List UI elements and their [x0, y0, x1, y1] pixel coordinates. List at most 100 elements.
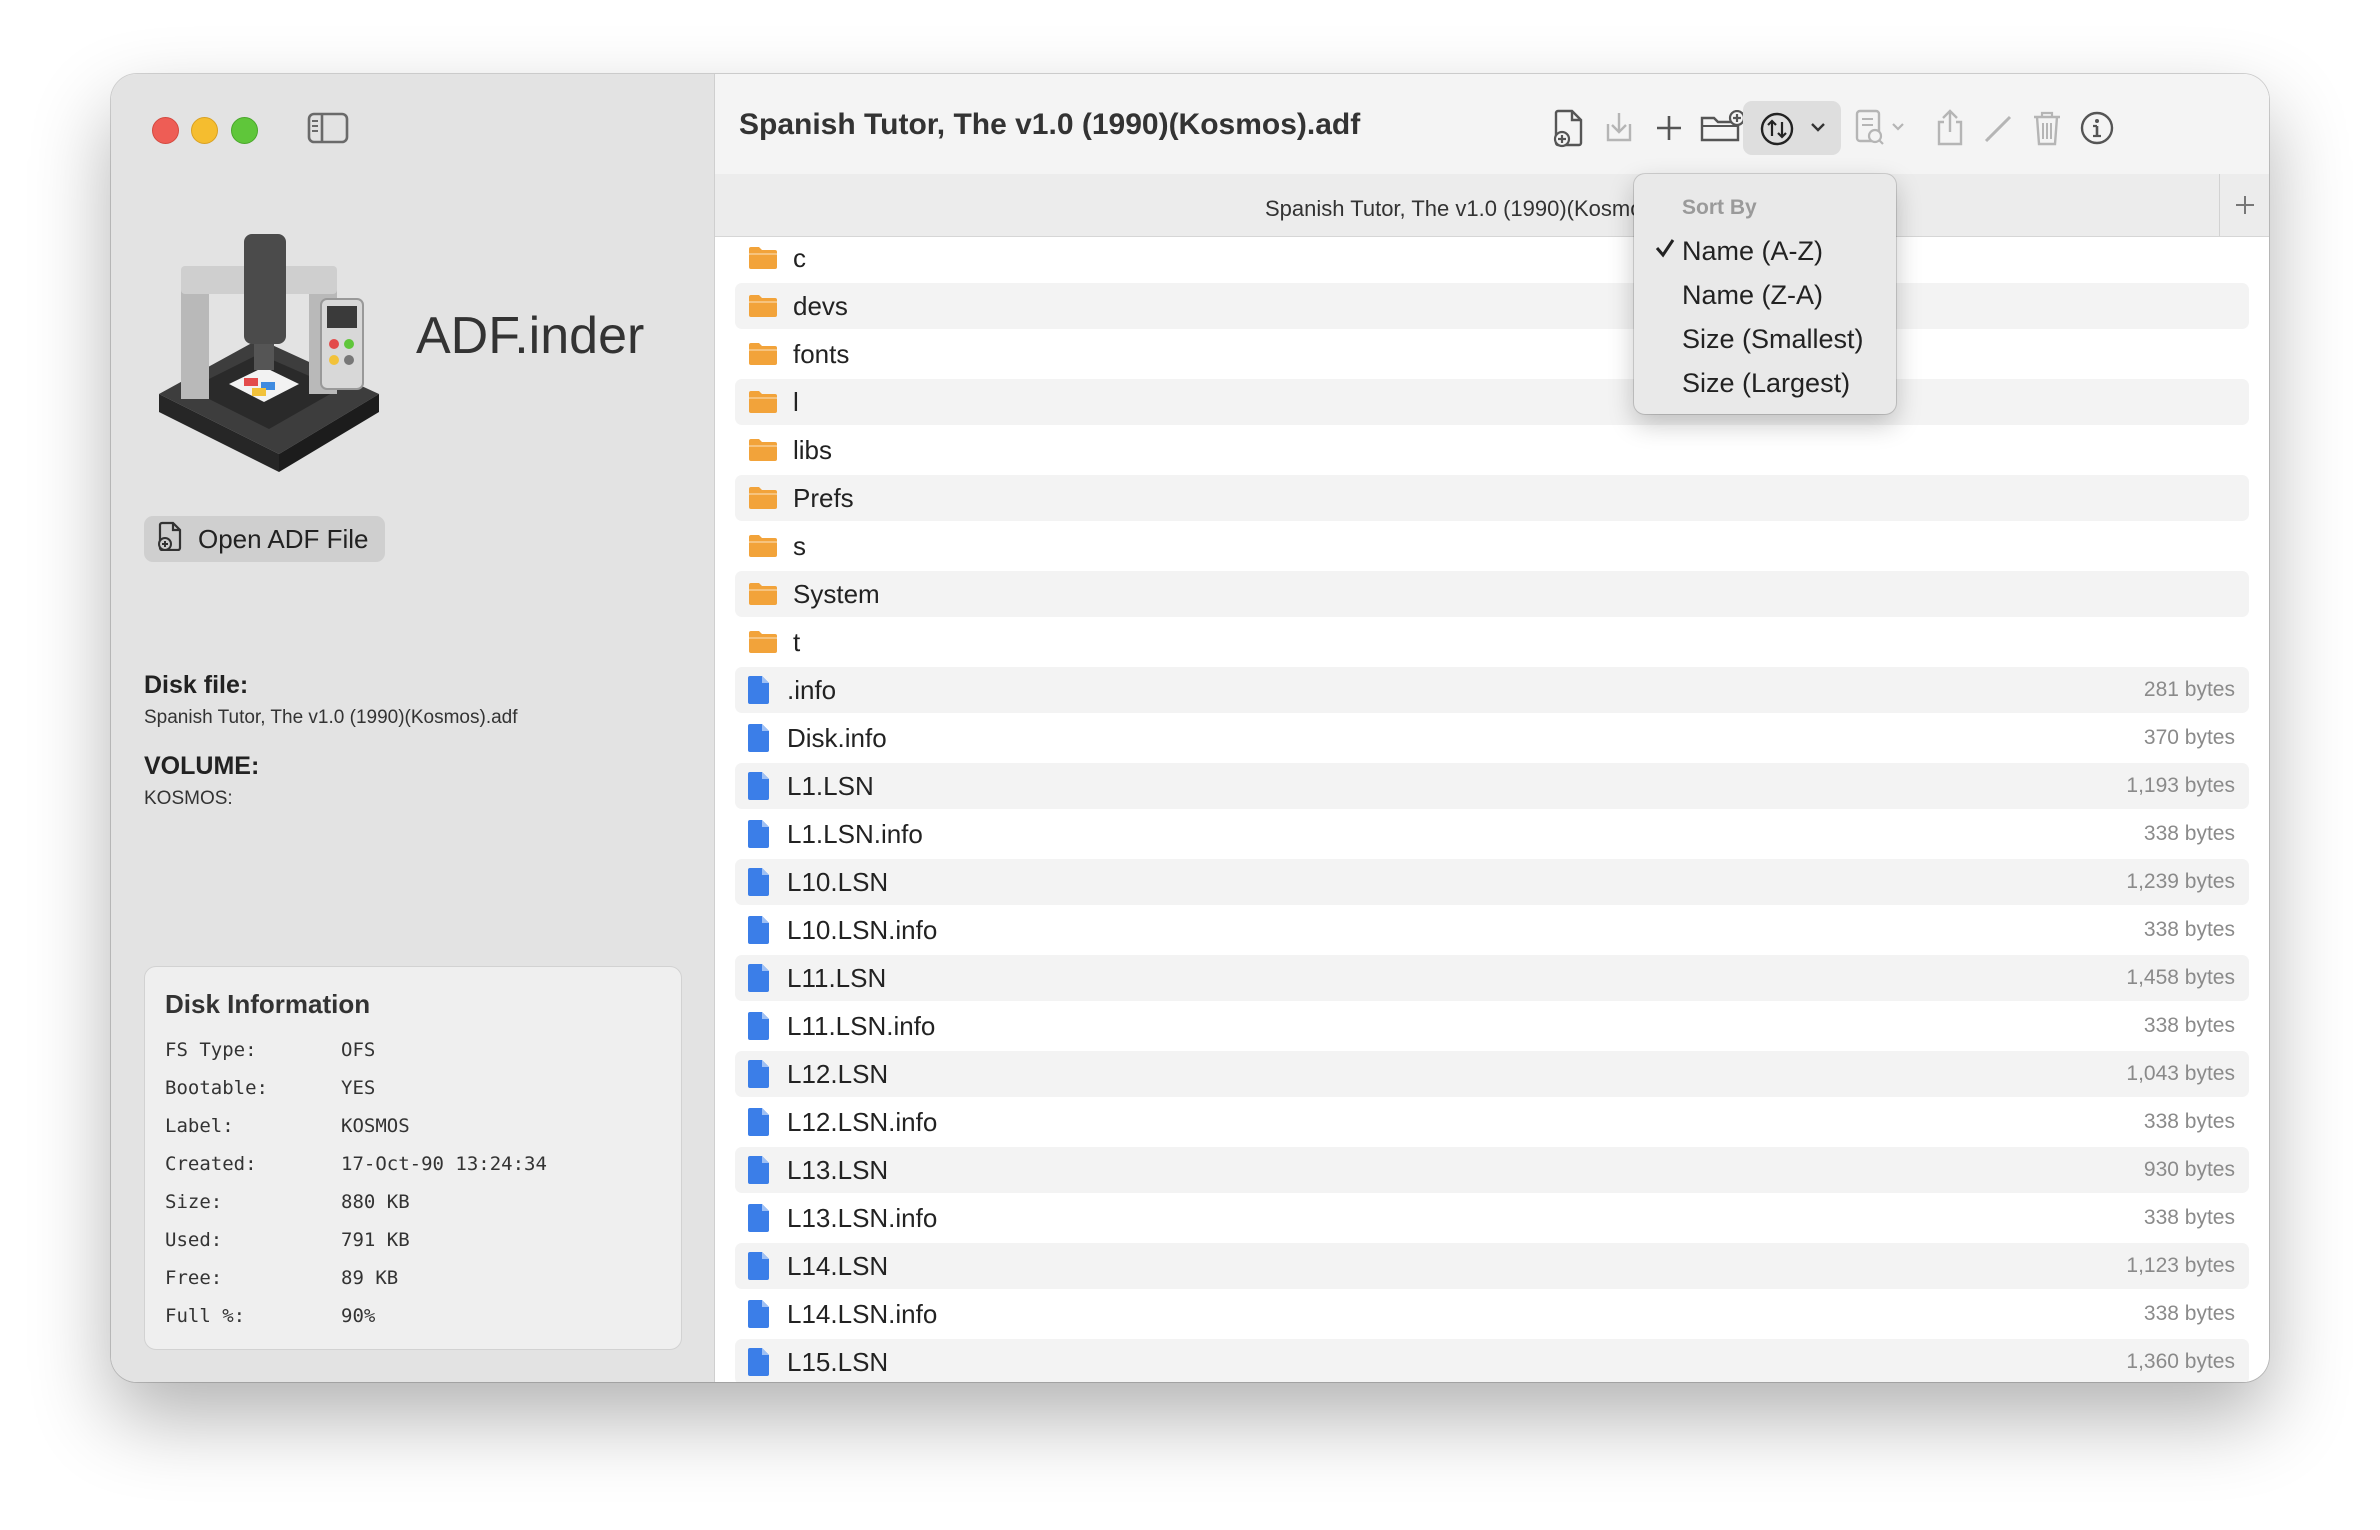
- sort-size-largest[interactable]: Size (Largest): [1682, 368, 1850, 399]
- toolbar: Spanish Tutor, The v1.0 (1990)(Kosmos).a…: [715, 74, 2269, 174]
- file-row[interactable]: L12.LSN.info 338 bytes: [735, 1099, 2249, 1145]
- item-name: t: [793, 626, 801, 657]
- item-size: 1,239 bytes: [2126, 870, 2235, 893]
- item-size: 1,458 bytes: [2126, 966, 2235, 989]
- rename-icon[interactable]: [1975, 104, 2023, 152]
- item-name: l: [793, 386, 799, 417]
- folder-row[interactable]: l: [735, 379, 2249, 425]
- item-name: L13.LSN.info: [787, 1202, 938, 1233]
- share-icon[interactable]: [1926, 104, 1974, 152]
- item-name: System: [793, 578, 880, 609]
- disk-file-value: Spanish Tutor, The v1.0 (1990)(Kosmos).a…: [144, 707, 518, 728]
- disk-info-value: YES: [341, 1077, 376, 1099]
- open-adf-file-label: Open ADF File: [198, 523, 369, 554]
- item-size: 1,043 bytes: [2126, 1062, 2235, 1085]
- file-icon: [747, 771, 781, 801]
- sort-icon: [1759, 111, 1795, 152]
- disk-info-key: FS Type:: [165, 1039, 257, 1061]
- folder-row[interactable]: fonts: [735, 331, 2249, 377]
- file-row[interactable]: L14.LSN.info 338 bytes: [735, 1291, 2249, 1337]
- app-window: ADF.inder Open ADF File Disk file: Spani…: [111, 74, 2269, 1382]
- item-size: 338 bytes: [2143, 918, 2235, 941]
- disk-info-value: 90%: [341, 1305, 376, 1327]
- file-row[interactable]: L15.LSN 1,360 bytes: [735, 1339, 2249, 1382]
- volume-value: KOSMOS:: [144, 788, 233, 809]
- close-window-button[interactable]: [152, 117, 179, 144]
- sort-by-menu: Sort By Name (A-Z) Name (Z-A) Size (Smal…: [1634, 174, 1896, 414]
- folder-row[interactable]: Prefs: [735, 475, 2249, 521]
- file-icon: [747, 1107, 781, 1137]
- item-size: 338 bytes: [2143, 822, 2235, 845]
- file-icon: [747, 867, 781, 897]
- file-row[interactable]: .info 281 bytes: [735, 667, 2249, 713]
- item-size: 338 bytes: [2143, 1302, 2235, 1325]
- file-icon: [747, 675, 781, 705]
- add-icon[interactable]: [1645, 104, 1693, 152]
- sidebar-toggle-icon[interactable]: [307, 111, 349, 145]
- sort-size-smallest[interactable]: Size (Smallest): [1682, 324, 1864, 355]
- item-name: libs: [793, 434, 833, 465]
- folder-row[interactable]: c: [735, 235, 2249, 281]
- item-name: L1.LSN: [787, 770, 874, 801]
- disk-info-value: 89 KB: [341, 1267, 399, 1289]
- file-icon: [747, 1011, 781, 1041]
- sort-by-header: Sort By: [1682, 196, 1757, 219]
- file-row[interactable]: L14.LSN 1,123 bytes: [735, 1243, 2249, 1289]
- disk-information-panel: Disk Information FS Type: OFS Bootable: YES…: [144, 966, 682, 1350]
- disk-info-key: Full %:: [165, 1305, 246, 1327]
- folder-row[interactable]: libs: [735, 427, 2249, 473]
- sort-name-desc[interactable]: Name (Z-A): [1682, 280, 1823, 311]
- folder-row[interactable]: System: [735, 571, 2249, 617]
- file-row[interactable]: L13.LSN 930 bytes: [735, 1147, 2249, 1193]
- new-tab-button[interactable]: [2219, 174, 2269, 236]
- new-file-icon[interactable]: [1545, 104, 1593, 152]
- folder-row[interactable]: s: [735, 523, 2249, 569]
- disk-info-key: Created:: [165, 1153, 257, 1175]
- file-icon: [747, 963, 781, 993]
- volume-heading: VOLUME:: [144, 752, 260, 780]
- item-name: L11.LSN.info: [787, 1010, 936, 1041]
- file-row[interactable]: Disk.info 370 bytes: [735, 715, 2249, 761]
- disk-info-key: Bootable:: [165, 1077, 268, 1099]
- open-adf-file-button[interactable]: Open ADF File: [144, 516, 385, 562]
- item-size: 281 bytes: [2143, 678, 2235, 701]
- folder-row[interactable]: t: [735, 619, 2249, 665]
- info-icon[interactable]: [2073, 104, 2121, 152]
- file-row[interactable]: L10.LSN.info 338 bytes: [735, 907, 2249, 953]
- sort-name-asc[interactable]: Name (A-Z): [1682, 236, 1823, 267]
- folder-row[interactable]: devs: [735, 283, 2249, 329]
- zoom-window-button[interactable]: [231, 117, 258, 144]
- file-row[interactable]: L11.LSN 1,458 bytes: [735, 955, 2249, 1001]
- trash-icon[interactable]: [2023, 104, 2071, 152]
- item-name: c: [793, 242, 806, 273]
- file-row[interactable]: L13.LSN.info 338 bytes: [735, 1195, 2249, 1241]
- file-row[interactable]: L1.LSN 1,193 bytes: [735, 763, 2249, 809]
- item-name: L10.LSN.info: [787, 914, 938, 945]
- sort-menu-button[interactable]: [1743, 101, 1841, 155]
- preview-icon[interactable]: [1851, 104, 1911, 152]
- app-logo-icon: [149, 204, 389, 474]
- file-row[interactable]: L11.LSN.info 338 bytes: [735, 1003, 2249, 1049]
- disk-info-row: Created: 17-Oct-90 13:24:34: [165, 1153, 547, 1175]
- open-file-icon: [158, 521, 184, 558]
- folder-icon: [747, 387, 781, 417]
- app-name: ADF.inder: [416, 307, 645, 365]
- tab-disk[interactable]: Spanish Tutor, The v1.0 (1990)(Kosmos).a…: [1265, 196, 1698, 222]
- new-folder-icon[interactable]: [1698, 104, 1746, 152]
- disk-information-title: Disk Information: [165, 989, 371, 1019]
- folder-icon: [747, 579, 781, 609]
- item-name: Disk.info: [787, 722, 887, 753]
- file-row[interactable]: L10.LSN 1,239 bytes: [735, 859, 2249, 905]
- minimize-window-button[interactable]: [191, 117, 218, 144]
- item-name: s: [793, 530, 806, 561]
- item-size: 370 bytes: [2143, 726, 2235, 749]
- chevron-down-icon: [1809, 119, 1827, 140]
- file-row[interactable]: L12.LSN 1,043 bytes: [735, 1051, 2249, 1097]
- disk-info-value: 880 KB: [341, 1191, 410, 1213]
- item-size: 930 bytes: [2143, 1158, 2235, 1181]
- file-icon: [747, 1059, 781, 1089]
- extract-icon[interactable]: [1595, 104, 1643, 152]
- item-name: Prefs: [793, 482, 854, 513]
- disk-info-value: KOSMOS: [341, 1115, 410, 1137]
- file-row[interactable]: L1.LSN.info 338 bytes: [735, 811, 2249, 857]
